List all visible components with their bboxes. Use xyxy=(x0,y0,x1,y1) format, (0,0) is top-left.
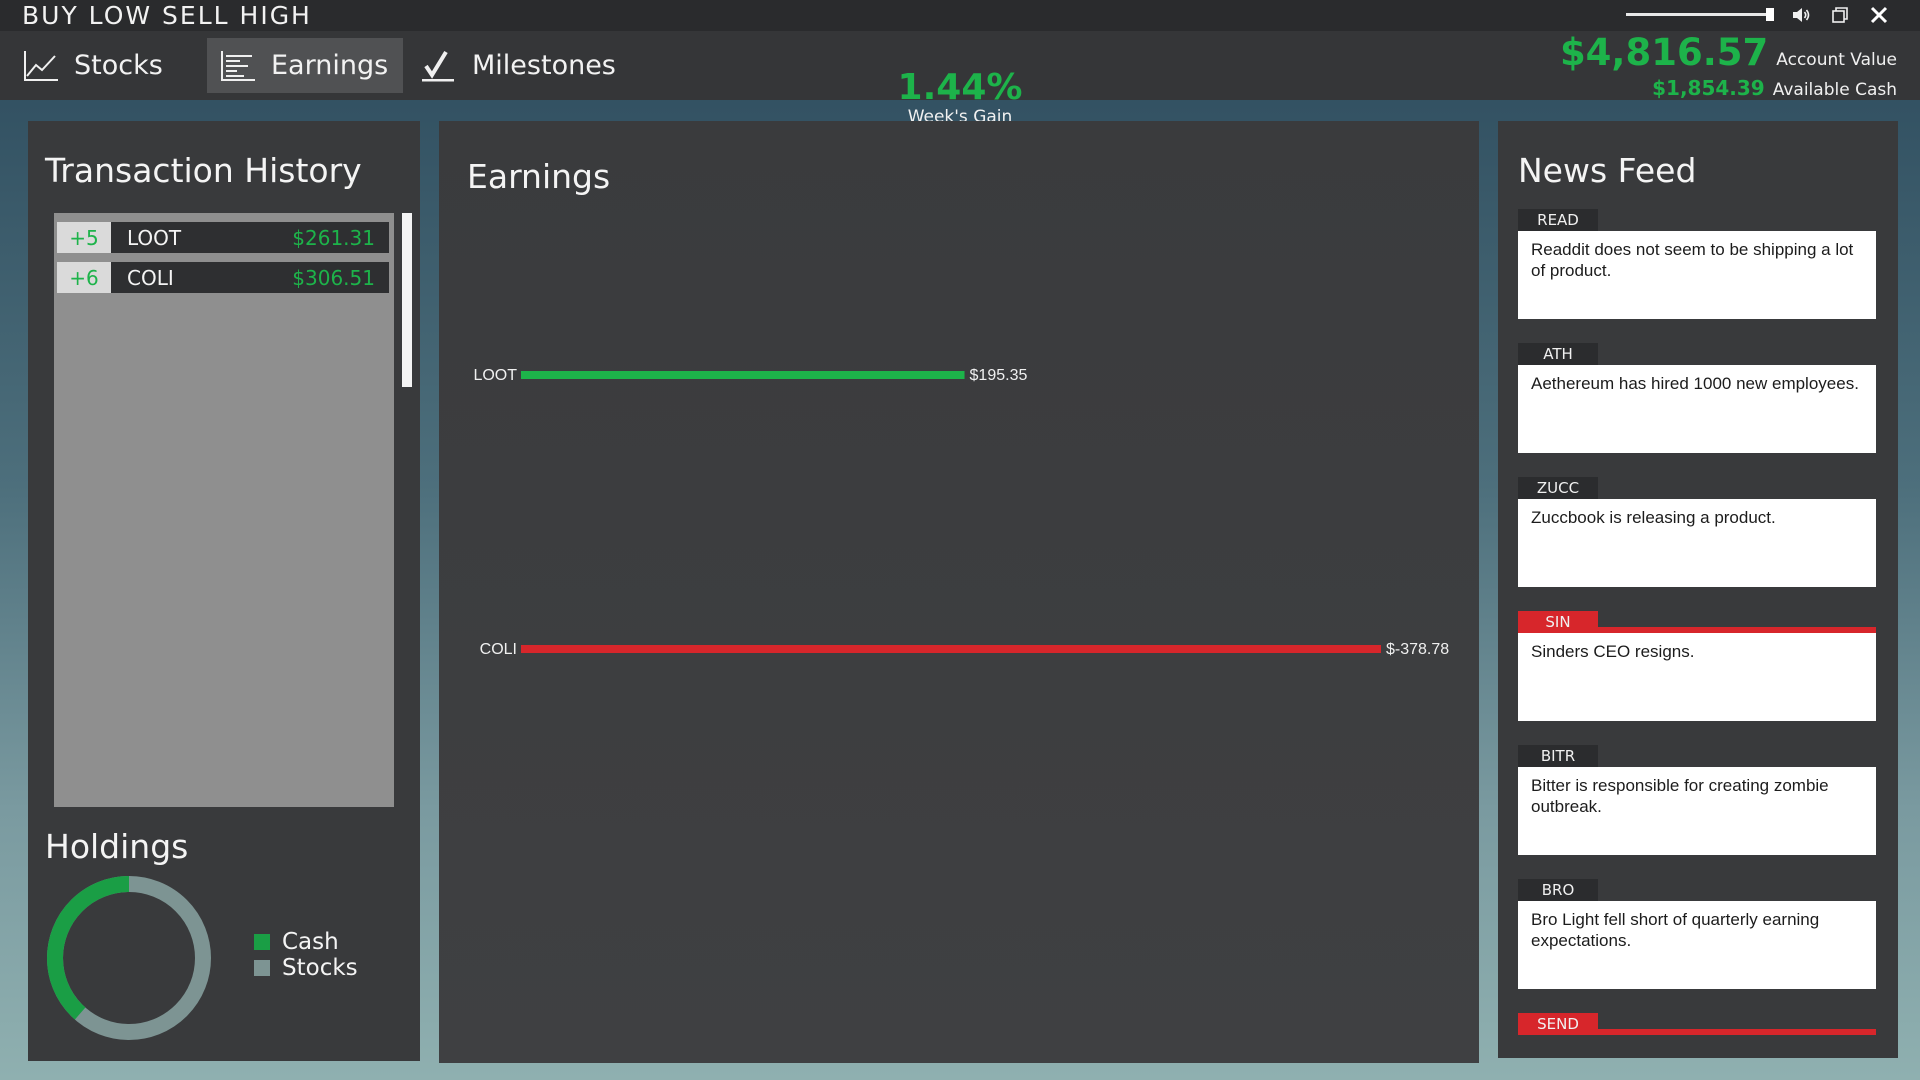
available-cash: $1,854.39 xyxy=(1652,76,1765,100)
news-symbol: BRO xyxy=(1518,879,1598,901)
earnings-panel: Earnings LOOT $195.35 COLI $-378.78 xyxy=(439,121,1479,1063)
news-symbol: SEND xyxy=(1518,1013,1598,1035)
transaction-qty: +5 xyxy=(57,222,111,253)
news-item[interactable]: READ Readdit does not seem to be shippin… xyxy=(1518,209,1876,319)
news-symbol: READ xyxy=(1518,209,1598,231)
transaction-amount: $261.31 xyxy=(292,225,375,250)
news-item[interactable]: SIN Sinders CEO resigns. xyxy=(1518,611,1876,721)
transaction-list[interactable]: +5 LOOT $261.31 +6 COLI $306.51 xyxy=(54,213,394,807)
news-panel: News Feed READ Readdit does not seem to … xyxy=(1498,121,1898,1058)
line-chart-icon xyxy=(24,50,58,81)
holdings-donut-chart xyxy=(47,876,211,1040)
news-text: Aethereum has hired 1000 new employees. xyxy=(1518,365,1876,453)
transaction-history-heading: Transaction History xyxy=(45,151,362,190)
news-text: Zuccbook is releasing a product. xyxy=(1518,499,1876,587)
earnings-bar xyxy=(521,645,1381,653)
news-item[interactable]: BRO Bro Light fell short of quarterly ea… xyxy=(1518,879,1876,989)
news-text: Sinders CEO resigns. xyxy=(1518,633,1876,721)
news-item[interactable]: ZUCC Zuccbook is releasing a product. xyxy=(1518,477,1876,587)
news-item[interactable]: BITR Bitter is responsible for creating … xyxy=(1518,745,1876,855)
news-symbol: ZUCC xyxy=(1518,477,1598,499)
bar-value-label: $195.35 xyxy=(970,367,1028,384)
news-item[interactable]: SEND xyxy=(1518,1013,1876,1035)
legend-item-stocks: Stocks xyxy=(254,955,358,981)
tab-label: Earnings xyxy=(271,50,389,81)
weeks-gain-value: 1.44% xyxy=(897,67,1023,108)
legend-swatch xyxy=(254,934,270,950)
transaction-row[interactable]: +5 LOOT $261.31 xyxy=(57,222,389,253)
bar-value-label: $-378.78 xyxy=(1386,641,1449,658)
tab-earnings[interactable]: Earnings xyxy=(207,38,403,93)
news-text: Bro Light fell short of quarterly earnin… xyxy=(1518,901,1876,989)
account-value-label: Account Value xyxy=(1776,50,1897,70)
bar-list-icon xyxy=(221,50,255,81)
legend-label: Stocks xyxy=(282,955,358,981)
checkmark-icon xyxy=(422,50,454,81)
holdings-heading: Holdings xyxy=(45,827,189,866)
tab-stocks[interactable]: Stocks xyxy=(0,38,190,93)
bar-category-label: LOOT xyxy=(473,367,517,384)
tab-label: Stocks xyxy=(74,50,163,81)
speaker-icon[interactable] xyxy=(1790,4,1812,26)
close-icon[interactable] xyxy=(1868,4,1890,26)
bar-category-label: COLI xyxy=(480,641,517,658)
news-symbol: SIN xyxy=(1518,611,1598,633)
transaction-amount: $306.51 xyxy=(292,265,375,290)
news-text: Bitter is responsible for creating zombi… xyxy=(1518,767,1876,855)
account-summary: $4,816.57 Account Value $1,854.39 Availa… xyxy=(1560,32,1897,102)
earnings-bar-chart: LOOT $195.35 COLI $-378.78 xyxy=(473,367,1449,658)
volume-slider[interactable] xyxy=(1626,13,1774,16)
tab-milestones[interactable]: Milestones xyxy=(410,38,620,93)
account-value: $4,816.57 xyxy=(1559,31,1769,74)
transaction-qty: +6 xyxy=(57,262,111,293)
tab-label: Milestones xyxy=(472,50,616,81)
transaction-row[interactable]: +6 COLI $306.51 xyxy=(57,262,389,293)
news-feed-heading: News Feed xyxy=(1518,151,1697,190)
news-symbol: ATH xyxy=(1518,343,1598,365)
news-text: Readdit does not seem to be shipping a l… xyxy=(1518,231,1876,319)
legend-item-cash: Cash xyxy=(254,929,358,955)
app-title: BUY LOW SELL HIGH xyxy=(22,1,312,30)
available-cash-label: Available Cash xyxy=(1772,80,1897,100)
weeks-gain: 1.44% Week's Gain xyxy=(880,67,1040,128)
news-item[interactable]: ATH Aethereum has hired 1000 new employe… xyxy=(1518,343,1876,453)
restore-window-icon[interactable] xyxy=(1831,6,1849,24)
volume-slider-handle[interactable] xyxy=(1766,8,1774,21)
transaction-scrollbar[interactable] xyxy=(402,213,412,387)
left-panel: Transaction History +5 LOOT $261.31 +6 C… xyxy=(28,121,420,1061)
title-bar: BUY LOW SELL HIGH xyxy=(0,0,1920,31)
holdings-legend: Cash Stocks xyxy=(254,929,358,981)
legend-label: Cash xyxy=(282,929,339,955)
transaction-symbol: COLI xyxy=(127,265,174,290)
transaction-symbol: LOOT xyxy=(127,225,182,250)
earnings-bar xyxy=(521,371,965,379)
legend-swatch xyxy=(254,960,270,976)
news-symbol: BITR xyxy=(1518,745,1598,767)
